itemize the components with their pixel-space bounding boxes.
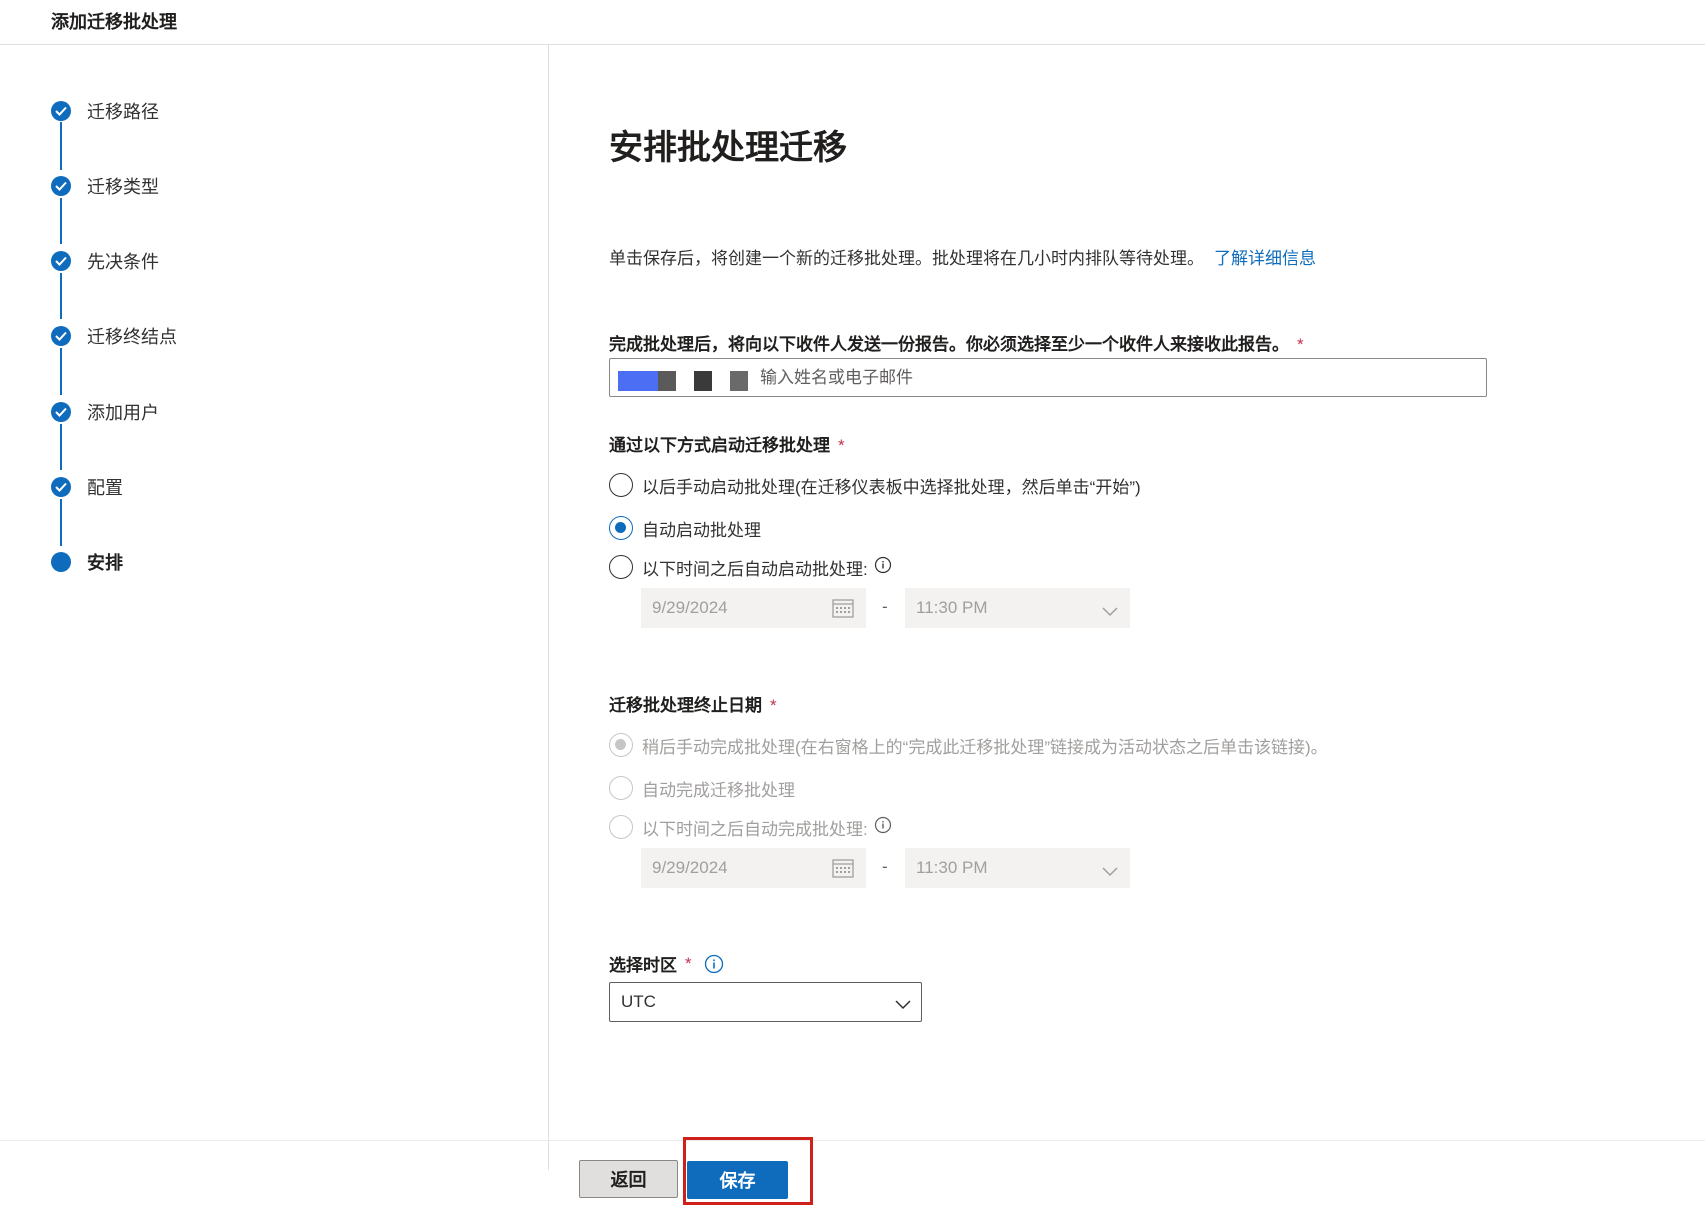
chevron-down-icon xyxy=(1102,862,1118,882)
radio-label: 以下时间之后自动启动批处理: xyxy=(642,559,868,579)
end-time-value: 11:30 PM xyxy=(916,858,988,877)
step-label: 配置 xyxy=(87,478,123,498)
start-option-auto[interactable]: 自动启动批处理 xyxy=(609,515,761,541)
checkmark-icon xyxy=(51,402,71,422)
header-bar: 添加迁移批处理 xyxy=(0,0,1705,45)
end-label: 迁移批处理终止日期 * xyxy=(609,691,777,716)
start-time-value: 11:30 PM xyxy=(916,598,988,617)
learn-more-link[interactable]: 了解详细信息 xyxy=(1214,249,1316,268)
start-option-after-time[interactable]: 以下时间之后自动启动批处理: xyxy=(609,554,892,580)
step-prerequisites[interactable]: 先决条件 xyxy=(51,249,159,273)
redacted-recipient xyxy=(730,371,748,391)
end-option-auto[interactable]: 自动完成迁移批处理 xyxy=(609,775,795,801)
radio-label: 自动启动批处理 xyxy=(642,520,761,540)
checkmark-icon xyxy=(51,251,71,271)
calendar-icon xyxy=(832,858,854,883)
timezone-dropdown[interactable]: UTC xyxy=(609,982,922,1022)
end-option-manual[interactable]: 稍后手动完成批处理(在右窗格上的“完成此迁移批处理”链接成为活动状态之后单击该链… xyxy=(609,732,1328,758)
start-option-manual[interactable]: 以后手动启动批处理(在迁移仪表板中选择批处理，然后单击“开始”) xyxy=(609,472,1141,498)
save-highlight-box xyxy=(683,1137,813,1205)
step-label: 安排 xyxy=(87,553,123,573)
step-connector xyxy=(60,424,62,470)
page-title: 安排批处理迁移 xyxy=(609,129,847,167)
description: 单击保存后，将创建一个新的迁移批处理。批处理将在几小时内排队等待处理。 了解详细信… xyxy=(609,244,1316,269)
end-time-dropdown[interactable]: 11:30 PM xyxy=(905,848,1130,888)
radio-button[interactable] xyxy=(609,733,633,757)
radio-button[interactable] xyxy=(609,815,633,839)
timezone-label-text: 选择时区 xyxy=(609,956,677,975)
step-label: 迁移类型 xyxy=(87,177,159,197)
radio-label: 以后手动启动批处理(在迁移仪表板中选择批处理，然后单击“开始”) xyxy=(642,477,1141,497)
radio-label: 稍后手动完成批处理(在右窗格上的“完成此迁移批处理”链接成为活动状态之后单击该链… xyxy=(642,737,1328,757)
step-migration-type[interactable]: 迁移类型 xyxy=(51,174,159,198)
step-migration-endpoint[interactable]: 迁移终结点 xyxy=(51,324,177,348)
description-text: 单击保存后，将创建一个新的迁移批处理。批处理将在几小时内排队等待处理。 xyxy=(609,249,1204,268)
end-label-text: 迁移批处理终止日期 xyxy=(609,696,762,715)
recipients-label: 完成批处理后，将向以下收件人发送一份报告。你必须选择至少一个收件人来接收此报告。… xyxy=(609,330,1304,355)
step-label: 先决条件 xyxy=(87,252,159,272)
panel-title: 添加迁移批处理 xyxy=(51,12,177,32)
checkmark-icon xyxy=(51,176,71,196)
step-connector xyxy=(60,499,62,546)
step-add-users[interactable]: 添加用户 xyxy=(51,400,159,424)
end-date-picker[interactable]: 9/29/2024 xyxy=(641,848,866,888)
step-connector xyxy=(60,198,62,244)
start-label: 通过以下方式启动迁移批处理 * xyxy=(609,431,845,456)
radio-button[interactable] xyxy=(609,516,633,540)
step-label: 迁移路径 xyxy=(87,102,159,122)
chevron-down-icon xyxy=(1102,602,1118,622)
footer-divider xyxy=(0,1140,1705,1141)
back-button[interactable]: 返回 xyxy=(579,1160,678,1198)
pane-divider xyxy=(548,45,549,1170)
redacted-recipient xyxy=(658,371,676,391)
start-date-picker[interactable]: 9/29/2024 xyxy=(641,588,866,628)
start-date-value: 9/29/2024 xyxy=(652,598,728,617)
info-icon[interactable] xyxy=(874,556,892,579)
step-label: 添加用户 xyxy=(87,403,159,423)
step-schedule: 安排 xyxy=(51,550,123,574)
checkmark-icon xyxy=(51,477,71,497)
required-mark: * xyxy=(1297,335,1304,354)
timezone-value: UTC xyxy=(621,992,656,1011)
info-icon[interactable] xyxy=(704,954,724,974)
recipient-picker[interactable] xyxy=(609,358,1487,397)
timezone-label: 选择时区 * xyxy=(609,951,724,976)
step-connector xyxy=(60,348,62,395)
redacted-recipient xyxy=(694,371,712,391)
checkmark-icon xyxy=(51,326,71,346)
start-label-text: 通过以下方式启动迁移批处理 xyxy=(609,436,830,455)
step-configuration[interactable]: 配置 xyxy=(51,475,123,499)
start-time-dropdown[interactable]: 11:30 PM xyxy=(905,588,1130,628)
step-migration-path[interactable]: 迁移路径 xyxy=(51,99,159,123)
recipients-label-text: 完成批处理后，将向以下收件人发送一份报告。你必须选择至少一个收件人来接收此报告。 xyxy=(609,335,1289,354)
required-mark: * xyxy=(838,436,845,455)
end-date-value: 9/29/2024 xyxy=(652,858,728,877)
required-mark: * xyxy=(770,696,777,715)
calendar-icon xyxy=(832,598,854,623)
radio-label: 自动完成迁移批处理 xyxy=(642,780,795,800)
end-option-after-time[interactable]: 以下时间之后自动完成批处理: xyxy=(609,814,892,840)
step-connector xyxy=(60,273,62,319)
date-time-separator: - xyxy=(882,597,888,616)
step-label: 迁移终结点 xyxy=(87,327,177,347)
redacted-recipient xyxy=(618,371,658,391)
chevron-down-icon xyxy=(895,995,911,1015)
required-mark: * xyxy=(685,953,692,973)
current-step-dot-icon xyxy=(51,552,71,572)
info-icon[interactable] xyxy=(874,816,892,839)
recipient-input[interactable] xyxy=(758,359,1462,397)
radio-button[interactable] xyxy=(609,473,633,497)
date-time-separator: - xyxy=(882,857,888,876)
radio-label: 以下时间之后自动完成批处理: xyxy=(642,819,868,839)
step-connector xyxy=(60,122,62,170)
checkmark-icon xyxy=(51,101,71,121)
radio-button[interactable] xyxy=(609,776,633,800)
radio-button[interactable] xyxy=(609,555,633,579)
